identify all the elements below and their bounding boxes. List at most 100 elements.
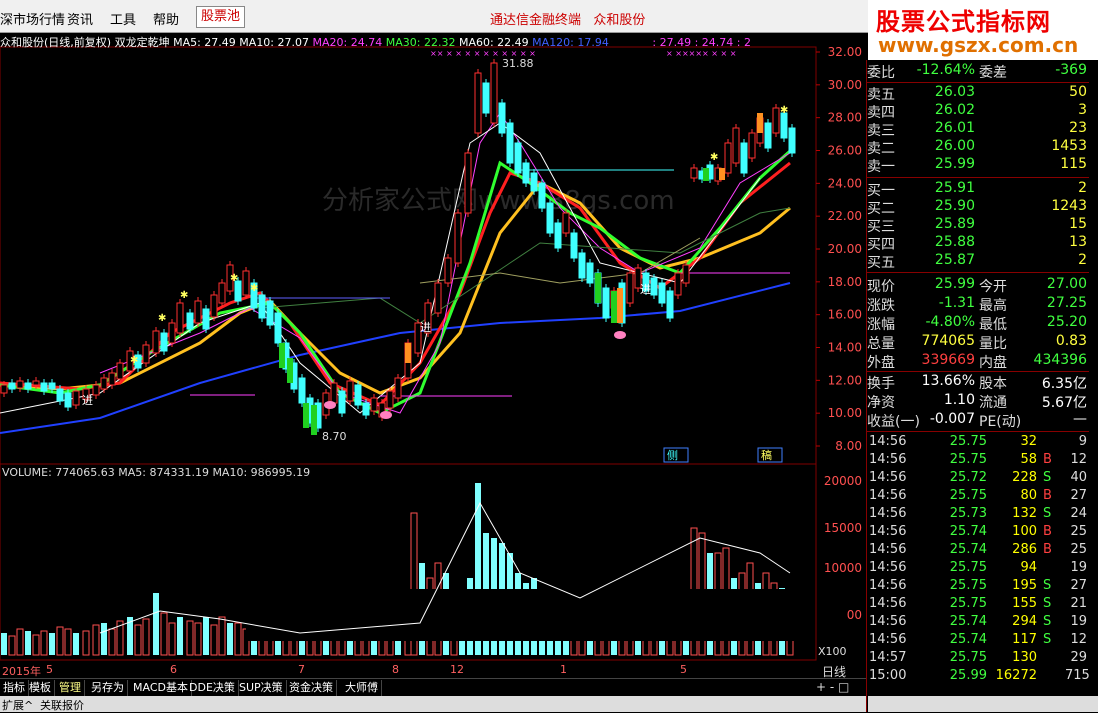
ask-price: 26.03: [934, 84, 975, 100]
candle-up: [394, 377, 402, 399]
tick-time: 14:56: [869, 524, 907, 539]
zoom-controls[interactable]: + - □: [816, 680, 849, 694]
candle-up: [562, 212, 570, 234]
volume-axis: 20000 15000 10000 00 X100: [818, 474, 862, 658]
bid-label: 买二: [867, 201, 895, 217]
date-label: 5: [46, 663, 53, 676]
tab-macd[interactable]: MACD基本: [130, 680, 192, 696]
price-tick-label: 20.00: [828, 242, 862, 256]
tick-price: 25.75: [949, 560, 987, 575]
price-axis: 32.00 30.00 28.00 26.00 24.00 22.00 20.00 18.00…: [816, 45, 862, 453]
tick-price: 25.75: [949, 452, 987, 467]
candle-down: [8, 382, 16, 390]
candle-down: [234, 280, 242, 302]
price-tick-label: 12.00: [828, 373, 862, 387]
candle-down: [780, 112, 788, 139]
tab-related-quote[interactable]: 关联报价: [40, 697, 84, 713]
candle-up: [682, 264, 690, 284]
brand-banner: 股票公式指标网 www.gszx.com.cn: [868, 0, 1098, 60]
stat-value: 27.25: [1046, 295, 1087, 311]
weibi-row: 委比 -12.64% 委差 -369: [867, 62, 1089, 81]
candle-down: [666, 290, 674, 319]
menu-market[interactable]: 深市场行情: [0, 9, 65, 28]
bid-volume: 1243: [1051, 198, 1087, 214]
ask-volume: 50: [1069, 84, 1087, 100]
tick-count: 9: [1078, 434, 1087, 449]
tab-template[interactable]: 模板: [26, 680, 55, 696]
date-label: 6: [170, 663, 177, 676]
volume-tick-label: 00: [847, 608, 862, 622]
bid-row: 买二 25.90 1243: [867, 198, 1089, 217]
weicha-label: 委差: [979, 65, 1007, 81]
volume-bar: [101, 623, 107, 655]
candle-down: [514, 142, 522, 174]
tab-expand[interactable]: 扩展^: [2, 697, 33, 713]
ask-price: 26.00: [934, 138, 975, 154]
candle-up: [32, 380, 40, 386]
tab-master[interactable]: 大师傅: [342, 680, 382, 696]
candle-highlight: [287, 358, 293, 383]
tick-count: 715: [1065, 668, 1090, 683]
date-label: 8: [392, 663, 399, 676]
bid-price: 25.90: [934, 198, 975, 214]
bid-price: 25.89: [934, 216, 975, 232]
candle-down: [538, 182, 546, 209]
tab-save-as[interactable]: 另存为: [88, 680, 128, 696]
bid-label: 买四: [867, 237, 895, 253]
high-label: 31.88: [502, 57, 534, 70]
brand-title: 股票公式指标网: [876, 8, 1051, 36]
volume-bar: [186, 620, 194, 656]
ask-price: 26.01: [934, 120, 975, 136]
ma120-label: MA120: 17.94: [532, 36, 609, 49]
tick-price: 25.72: [949, 470, 987, 485]
menu-info[interactable]: 资讯: [67, 9, 93, 28]
candle-up: [100, 377, 108, 390]
tick-price: 25.74: [949, 524, 987, 539]
tab-dde[interactable]: DDE决策: [186, 680, 239, 696]
tick-price: 25.75: [949, 650, 987, 665]
tick-count: 25: [1070, 542, 1087, 557]
price-tick-label: 16.00: [828, 308, 862, 322]
date-label: 1: [560, 663, 567, 676]
candle-up: [210, 294, 218, 318]
volume-bar: [227, 623, 233, 655]
stat-value: 339669: [921, 352, 975, 368]
date-label: 7: [298, 663, 305, 676]
bid-row: 买三 25.89 15: [867, 216, 1089, 235]
tick-row: 14:56 25.74 117 S 12: [867, 632, 1089, 650]
candle-down: [498, 102, 506, 134]
separator: [867, 82, 1089, 83]
tab-sup[interactable]: SUP决策: [236, 680, 287, 696]
tab-fund[interactable]: 资金决策: [286, 680, 337, 696]
candle-up: [168, 322, 176, 344]
stock-pool-button[interactable]: 股票池: [196, 6, 246, 28]
kline-chart[interactable]: 32.00 30.00 28.00 26.00 24.00 22.00 20.00 18.00…: [0, 33, 866, 663]
candle-up: [142, 344, 150, 364]
tab-manage[interactable]: 管理: [56, 680, 85, 696]
menu-tools[interactable]: 工具: [110, 9, 136, 28]
volume-bar: [49, 633, 55, 655]
candle-up: [242, 270, 250, 296]
candle-up: [346, 380, 354, 402]
candle-down: [298, 377, 306, 404]
candle-up: [626, 272, 634, 304]
candle-down: [578, 252, 586, 279]
tick-row: 14:56 25.74 100 B 25: [867, 524, 1089, 542]
tick-time: 14:56: [869, 452, 907, 467]
bid-price: 25.91: [934, 180, 975, 196]
price-tick-label: 28.00: [828, 111, 862, 125]
quote-bottom-tabs: [868, 696, 1098, 712]
candle-up: [0, 384, 8, 394]
volume-bar: [64, 628, 72, 656]
menu-help[interactable]: 帮助: [153, 9, 179, 28]
price-tick-label: 32.00: [828, 45, 862, 59]
tick-price: 25.73: [949, 506, 987, 521]
volume-bar: [73, 633, 79, 655]
volume-bar: [314, 638, 322, 656]
stat-value: -0.007: [929, 411, 975, 427]
tick-count: 27: [1070, 578, 1087, 593]
tick-side: B: [1043, 488, 1052, 503]
price-tick-label: 18.00: [828, 275, 862, 289]
tab-indicator[interactable]: 指标: [0, 680, 29, 696]
candle-up: [434, 282, 442, 314]
